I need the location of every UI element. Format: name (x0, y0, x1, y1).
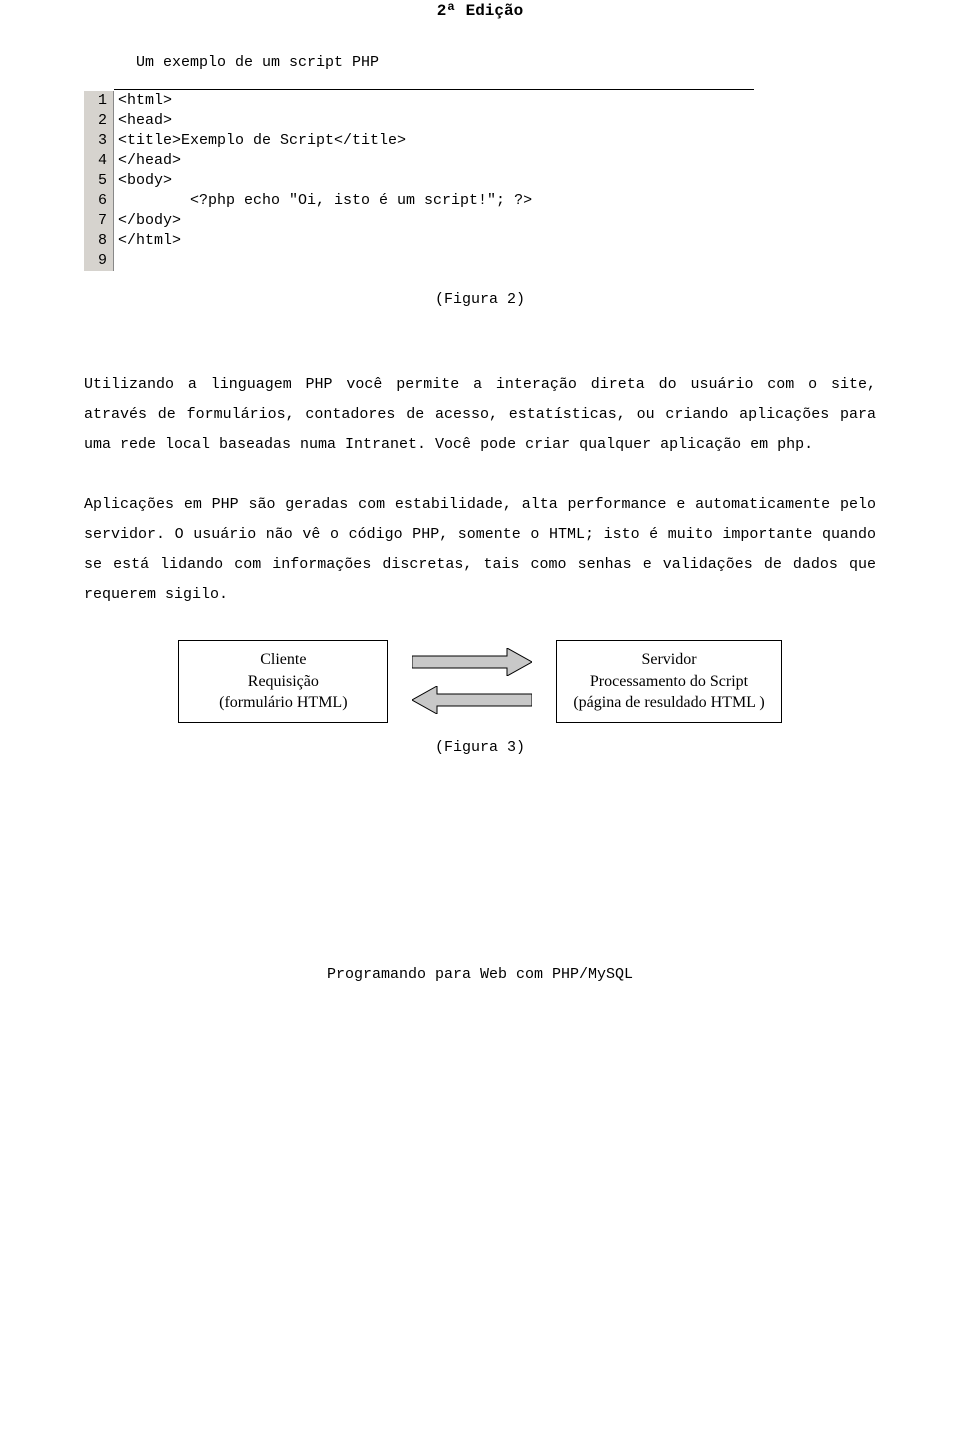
code-editor-figure: 1<html> 2<head> 3<title>Exemplo de Scrip… (84, 89, 754, 271)
code-text: <html> (114, 91, 754, 111)
diagram-client-line2: Requisição (195, 671, 371, 693)
line-number: 2 (84, 111, 114, 131)
code-text (114, 251, 754, 271)
diagram-server-line1: Servidor (573, 649, 764, 671)
diagram-server-box: Servidor Processamento do Script (página… (556, 640, 781, 723)
line-number: 6 (84, 191, 114, 211)
code-text: <?php echo "Oi, isto é um script!"; ?> (114, 191, 754, 211)
code-line: 4</head> (84, 151, 754, 171)
diagram-client-line3: (formulário HTML) (195, 692, 371, 714)
code-line: 9 (84, 251, 754, 271)
paragraph-2: Aplicações em PHP são geradas com estabi… (84, 490, 876, 610)
figure2-caption: (Figura 2) (84, 291, 876, 308)
line-number: 5 (84, 171, 114, 191)
diagram-server-line3: (página de resuldado HTML ) (573, 692, 764, 714)
line-number: 7 (84, 211, 114, 231)
code-line: 2<head> (84, 111, 754, 131)
line-number: 4 (84, 151, 114, 171)
line-number: 3 (84, 131, 114, 151)
code-line: 6 <?php echo "Oi, isto é um script!"; ?> (84, 191, 754, 211)
page-footer: Programando para Web com PHP/MySQL (84, 966, 876, 983)
diagram-client-line1: Cliente (195, 649, 371, 671)
client-server-diagram: Cliente Requisição (formulário HTML) Ser… (84, 640, 876, 723)
code-line: 7</body> (84, 211, 754, 231)
code-line: 1<html> (84, 91, 754, 111)
code-text: </html> (114, 231, 754, 251)
page-header-title: 2ª Edição (84, 0, 876, 20)
code-line: 5<body> (84, 171, 754, 191)
figure3-caption: (Figura 3) (84, 739, 876, 756)
line-number: 1 (84, 91, 114, 111)
code-line: 8</html> (84, 231, 754, 251)
arrow-right-icon (412, 648, 532, 676)
diagram-server-line2: Processamento do Script (573, 671, 764, 693)
code-text: <head> (114, 111, 754, 131)
code-line: 3<title>Exemplo de Script</title> (84, 131, 754, 151)
code-text: </body> (114, 211, 754, 231)
code-text: <body> (114, 171, 754, 191)
code-text: </head> (114, 151, 754, 171)
line-number: 8 (84, 231, 114, 251)
diagram-client-box: Cliente Requisição (formulário HTML) (178, 640, 388, 723)
paragraph-1: Utilizando a linguagem PHP você permite … (84, 370, 876, 460)
example-subtitle: Um exemplo de um script PHP (84, 54, 876, 71)
diagram-arrows (412, 648, 532, 714)
code-text: <title>Exemplo de Script</title> (114, 131, 754, 151)
line-number: 9 (84, 251, 114, 271)
arrow-left-icon (412, 686, 532, 714)
